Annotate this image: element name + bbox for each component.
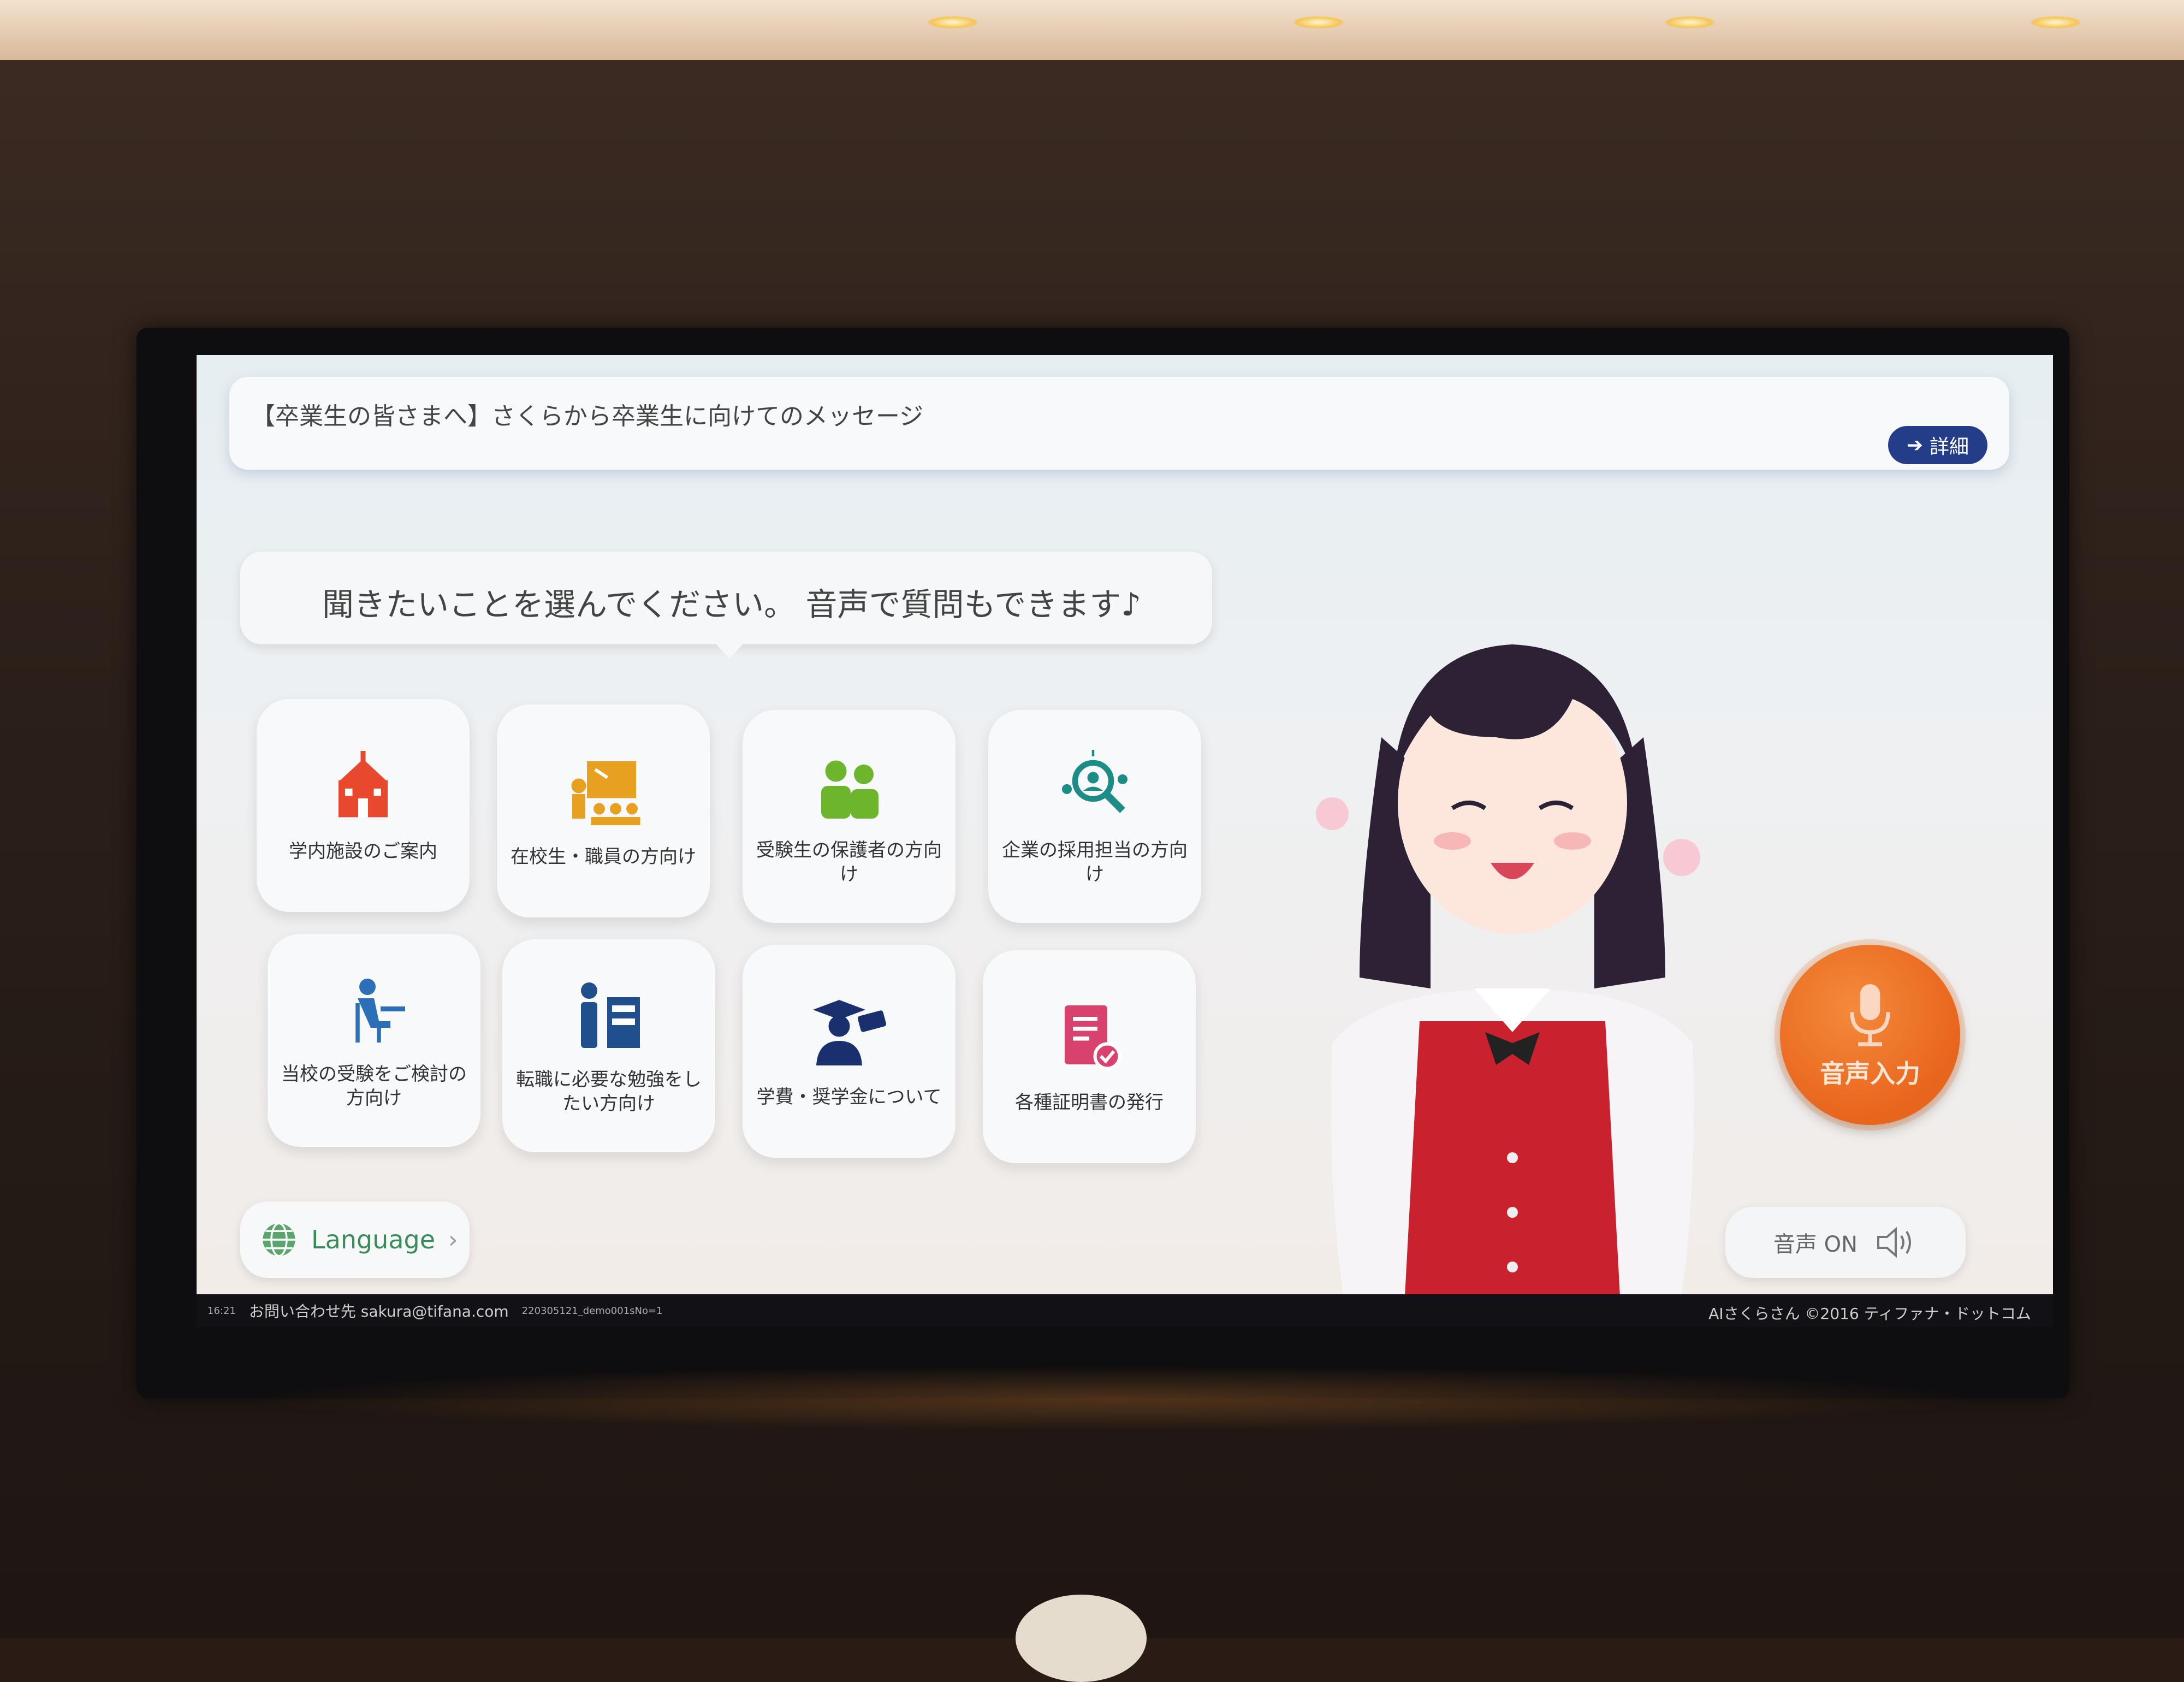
chevron-right-icon: › xyxy=(448,1225,458,1254)
voice-toggle-label: 音声 ON xyxy=(1773,1232,1858,1257)
ceiling-lamp xyxy=(1665,16,1714,28)
tile-certificates[interactable]: 各種証明書の発行 xyxy=(983,950,1196,1163)
tile-label: 受験生の保護者の方向け xyxy=(756,839,942,885)
under-glow xyxy=(240,1365,1987,1431)
career-change-icon xyxy=(581,982,640,1048)
microphone-icon xyxy=(1850,984,1890,1046)
recruit-search-icon xyxy=(1062,750,1127,813)
tile-campus-guide[interactable]: 学内施設のご案内 xyxy=(257,699,470,912)
school-building-icon xyxy=(339,751,388,818)
banner-text: 【卒業生の皆さまへ】さくらから卒業生に向けてのメッセージ xyxy=(251,402,924,430)
tile-prospective-students[interactable]: 当校の受験をご検討の方向け xyxy=(268,934,480,1147)
footer-time: 16:21 xyxy=(207,1305,236,1317)
footer-contact: お問い合わせ先 sakura@tifana.com xyxy=(248,1302,509,1320)
voice-input-label: 音声入力 xyxy=(1820,1059,1920,1088)
speech-text: 聞きたいことを選んでください。 音声で質問もできます♪ xyxy=(322,586,1142,623)
voice-toggle[interactable]: 音声 ON xyxy=(1725,1207,1966,1278)
kiosk-screen: 【卒業生の皆さまへ】さくらから卒業生に向けてのメッセージ ➔ 詳細 聞きたいこと… xyxy=(197,355,2053,1327)
voice-input-button[interactable]: 音声入力 xyxy=(1780,945,1960,1125)
language-button[interactable]: Language › xyxy=(240,1201,470,1278)
tile-label: 当校の受験をご検討の方向け xyxy=(281,1063,467,1109)
ceiling xyxy=(0,0,2184,60)
kiosk-knob xyxy=(1016,1595,1147,1682)
parents-icon xyxy=(821,760,879,819)
arrow-right-icon: ➔ xyxy=(1906,434,1923,457)
teacher-board-icon xyxy=(571,761,640,825)
footer-build: 220305121_demo001sNo=1 xyxy=(521,1305,663,1317)
tile-label: 転職に必要な勉強をしたい方向け xyxy=(516,1069,702,1115)
student-desk-icon xyxy=(355,979,405,1043)
detail-button[interactable]: ➔ 詳細 xyxy=(1888,426,1987,464)
news-banner[interactable]: 【卒業生の皆さまへ】さくらから卒業生に向けてのメッセージ ➔ 詳細 xyxy=(229,377,2009,470)
detail-button-label: 詳細 xyxy=(1929,436,1969,458)
footer-copyright: AIさくらさん ©2016 ティファナ・ドットコム xyxy=(1708,1305,2031,1323)
tile-students-staff[interactable]: 在校生・職員の方向け xyxy=(497,704,710,917)
speaker-icon xyxy=(1877,1227,1912,1258)
sakura-avatar xyxy=(1316,644,1700,1327)
graduate-money-icon xyxy=(813,1000,887,1065)
certificate-icon xyxy=(1065,1005,1121,1070)
ceiling-lamp xyxy=(928,16,977,28)
speech-bubble: 聞きたいことを選んでください。 音声で質問もできます♪ xyxy=(240,552,1212,659)
tile-label: 企業の採用担当の方向け xyxy=(1002,839,1188,885)
tile-label: 学費・奨学金について xyxy=(756,1086,942,1108)
tile-parents[interactable]: 受験生の保護者の方向け xyxy=(743,710,956,923)
globe-icon xyxy=(263,1222,295,1257)
ceiling-lamp xyxy=(1294,16,1343,28)
tile-label: 在校生・職員の方向け xyxy=(511,846,696,868)
tile-label: 学内施設のご案内 xyxy=(289,840,437,862)
tile-tuition[interactable]: 学費・奨学金について xyxy=(743,945,956,1158)
tile-label: 各種証明書の発行 xyxy=(1015,1092,1164,1114)
footer-bar: 16:21 お問い合わせ先 sakura@tifana.com 22030512… xyxy=(197,1294,2053,1327)
ceiling-lamp xyxy=(2031,16,2080,28)
tile-recruiters[interactable]: 企業の採用担当の方向け xyxy=(988,710,1201,923)
language-label: Language xyxy=(311,1225,436,1254)
tile-career-change[interactable]: 転職に必要な勉強をしたい方向け xyxy=(502,939,715,1152)
